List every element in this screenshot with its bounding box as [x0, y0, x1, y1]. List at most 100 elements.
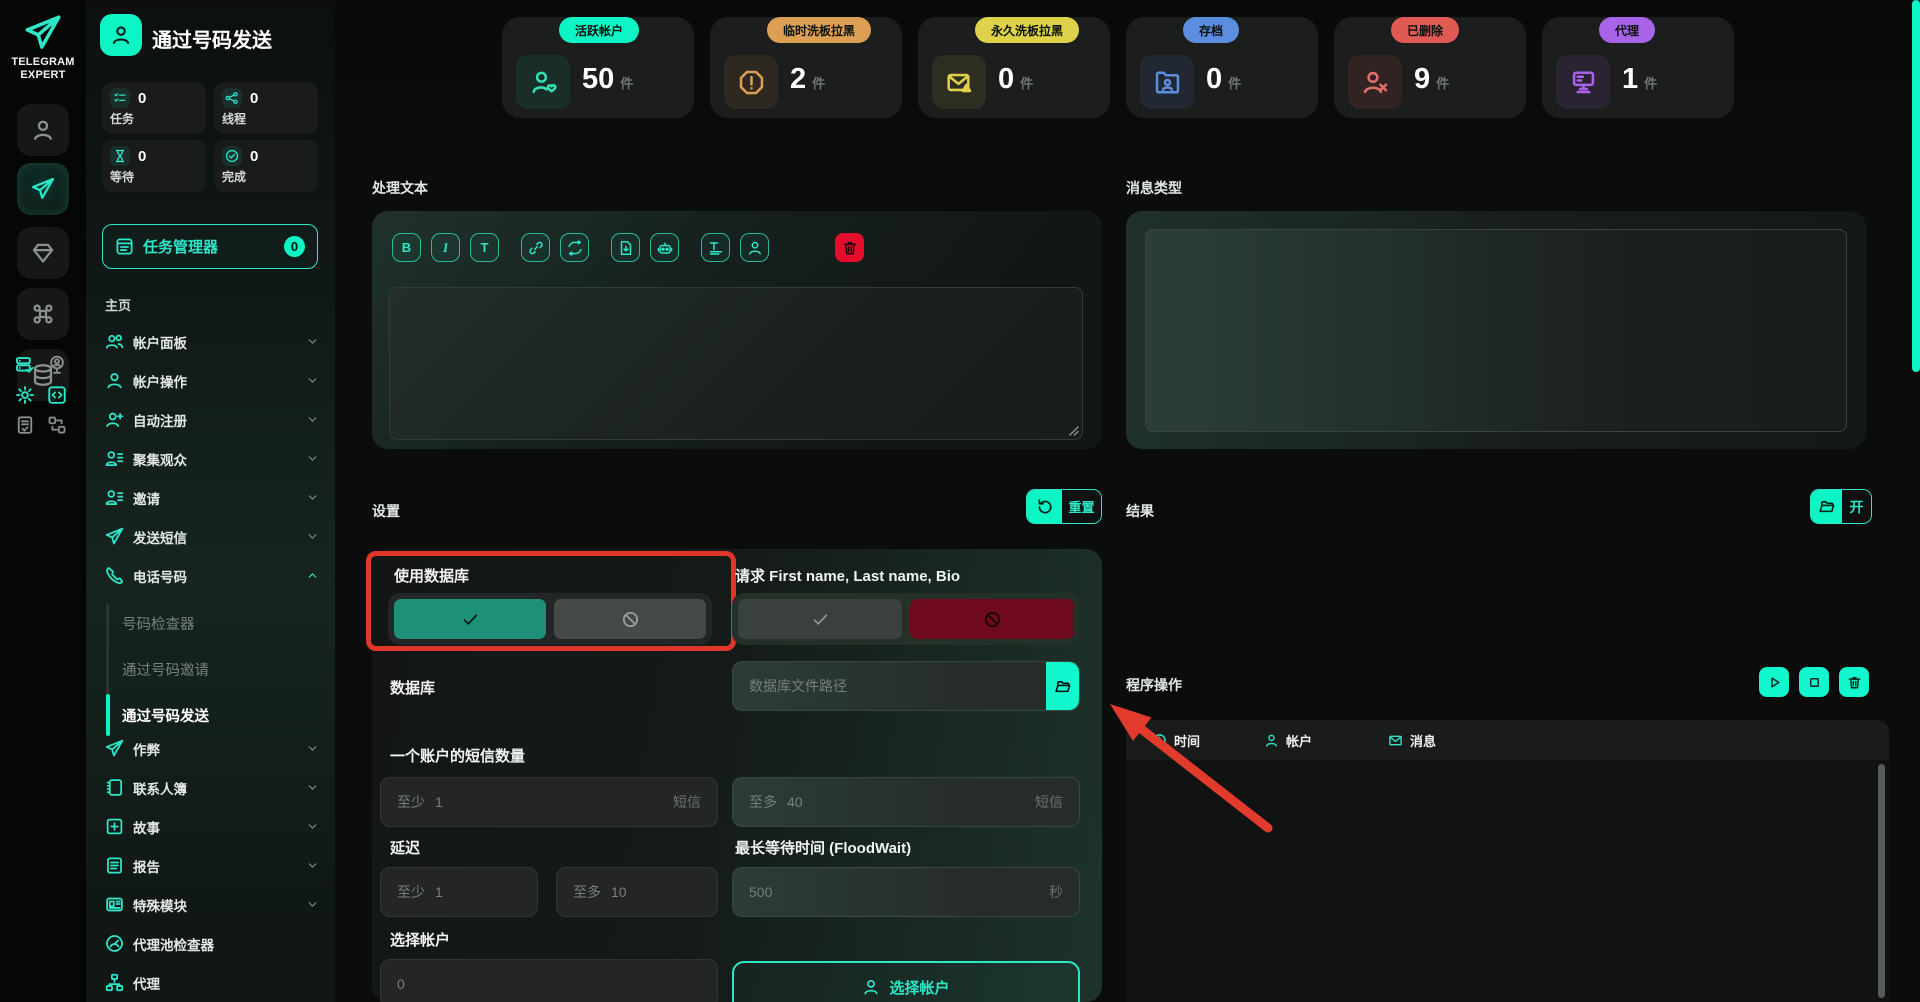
settings-panel: 使用数据库 请求 First name, Last name, Bio 数据库 …: [372, 549, 1102, 1002]
mail-icon: [1388, 733, 1403, 748]
newspaper-icon: [105, 895, 124, 914]
app-window: TELEGRAMEXPERT 通过号码发送 0 任务 0 线程 0 等待 0: [0, 0, 1920, 1002]
mail-warning-icon: [932, 55, 986, 109]
rail-doc-check-button[interactable]: [14, 414, 36, 436]
account-count-input[interactable]: 0: [380, 959, 718, 1002]
submenu-invite-by-number[interactable]: 通过号码邀请: [86, 646, 335, 692]
floodwait-label: 最长等待时间 (FloodWait): [735, 837, 911, 858]
sms-max-input[interactable]: 至多 40 短信: [732, 777, 1080, 827]
reset-icon: [1027, 490, 1062, 523]
network-icon: [105, 973, 124, 992]
exclamation-octagon-icon: [724, 55, 778, 109]
open-results-button[interactable]: 开: [1810, 489, 1872, 524]
request-no-button[interactable]: [910, 599, 1074, 639]
server-check-icon: [15, 355, 35, 375]
table-scrollbar[interactable]: [1878, 764, 1885, 998]
use-db-yes-button[interactable]: [394, 599, 546, 639]
request-yes-button[interactable]: [738, 599, 902, 639]
nav-menu: 帐户面板 帐户操作 自动注册 聚集观众 邀请 发送短信 电话号码: [86, 322, 335, 595]
bold-button[interactable]: B: [392, 233, 421, 262]
rail-swap-button[interactable]: [46, 414, 68, 436]
logo-text: TELEGRAMEXPERT: [0, 56, 86, 82]
mention-button[interactable]: [740, 233, 769, 262]
results-title: 结果: [1126, 501, 1154, 521]
sidebar-item-send-sms[interactable]: 发送短信: [86, 517, 335, 556]
rail-premium-button[interactable]: [17, 227, 69, 279]
sidebar-item-invite[interactable]: 邀请: [86, 478, 335, 517]
chevron-down-icon: [306, 374, 319, 387]
chevron-down-icon: [306, 335, 319, 348]
reset-button[interactable]: 重置: [1026, 489, 1102, 524]
slash-icon: [621, 610, 640, 629]
page-icon: [100, 14, 142, 56]
sidebar-item-proxy-pool-checker[interactable]: 代理池检查器: [86, 924, 335, 963]
file-download-icon: [618, 240, 634, 256]
person-plus-icon: [105, 410, 124, 429]
operations-table-header: 时间 帐户 消息: [1126, 720, 1889, 760]
sms-count-label: 一个账户的短信数量: [390, 745, 525, 766]
text-button[interactable]: T: [470, 233, 499, 262]
clear-log-button[interactable]: [1839, 667, 1869, 697]
text-toolbar: B I T: [392, 233, 864, 262]
rail-send-button[interactable]: [17, 163, 69, 215]
floodwait-input[interactable]: 500 秒: [732, 867, 1080, 917]
command-icon: [31, 302, 55, 326]
use-db-no-button[interactable]: [554, 599, 706, 639]
db-path-input[interactable]: 数据库文件路径: [732, 661, 1080, 711]
resize-grip-icon[interactable]: [1067, 424, 1079, 436]
stop-button[interactable]: [1799, 667, 1829, 697]
sidebar-item-story[interactable]: 故事: [86, 807, 335, 846]
start-button[interactable]: [1759, 667, 1789, 697]
rail-server-check-button[interactable]: [14, 354, 36, 376]
sidebar-item-account-panel[interactable]: 帐户面板: [86, 322, 335, 361]
column-time: 时间: [1152, 731, 1200, 750]
person-icon: [862, 978, 880, 996]
sidebar-item-cheat[interactable]: 作弊: [86, 729, 335, 768]
sidebar-item-auto-register[interactable]: 自动注册: [86, 400, 335, 439]
page-scrollbar[interactable]: [1912, 0, 1920, 372]
link-button[interactable]: [521, 233, 550, 262]
sidebar-item-special-modules[interactable]: 特殊模块: [86, 885, 335, 924]
delay-min-input[interactable]: 至少 1: [380, 867, 538, 917]
message-text-input[interactable]: [389, 287, 1083, 440]
select-account-button[interactable]: 选择帐户: [732, 961, 1080, 1002]
sms-min-input[interactable]: 至少 1 短信: [380, 777, 718, 827]
rail-settings-button[interactable]: [14, 384, 36, 406]
gear-icon: [15, 385, 35, 405]
browse-db-button[interactable]: [1046, 662, 1079, 710]
sidebar-item-account-ops[interactable]: 帐户操作: [86, 361, 335, 400]
message-type-area[interactable]: [1145, 229, 1847, 432]
play-icon: [1767, 675, 1782, 690]
sidebar-item-contact-book[interactable]: 联系人簿: [86, 768, 335, 807]
rail-console-button[interactable]: [46, 384, 68, 406]
sidebar-item-report[interactable]: 报告: [86, 846, 335, 885]
chevron-down-icon: [306, 898, 319, 911]
rail-person-cam-button[interactable]: [46, 354, 68, 376]
repeat-button[interactable]: [560, 233, 589, 262]
submenu-number-checker[interactable]: 号码检查器: [86, 600, 335, 646]
send-icon: [31, 177, 55, 201]
sidebar-item-phone-number[interactable]: 电话号码: [86, 556, 335, 595]
operations-title: 程序操作: [1126, 675, 1182, 695]
chevron-down-icon: [306, 452, 319, 465]
link-icon: [528, 240, 544, 256]
task-manager-button[interactable]: 任务管理器 0: [102, 224, 318, 269]
hourglass-icon: [110, 146, 130, 166]
message-type-panel: [1126, 211, 1866, 449]
italic-button[interactable]: I: [431, 233, 460, 262]
rail-accounts-button[interactable]: [17, 104, 69, 156]
column-account: 帐户: [1264, 731, 1312, 750]
sidebar-item-gather-audience[interactable]: 聚集观众: [86, 439, 335, 478]
chevron-down-icon: [306, 530, 319, 543]
person-heart-icon: [516, 55, 570, 109]
stat-tasks: 0 任务: [102, 82, 206, 134]
paragraph-button[interactable]: [701, 233, 730, 262]
delay-max-input[interactable]: 至多 10: [556, 867, 718, 917]
file-insert-button[interactable]: [611, 233, 640, 262]
rail-command-button[interactable]: [17, 288, 69, 340]
proxy-server-icon: [1556, 55, 1610, 109]
bot-button[interactable]: [650, 233, 679, 262]
sidebar-item-proxy[interactable]: 代理: [86, 963, 335, 1002]
gem-icon: [31, 241, 55, 265]
clear-text-button[interactable]: [835, 233, 864, 262]
